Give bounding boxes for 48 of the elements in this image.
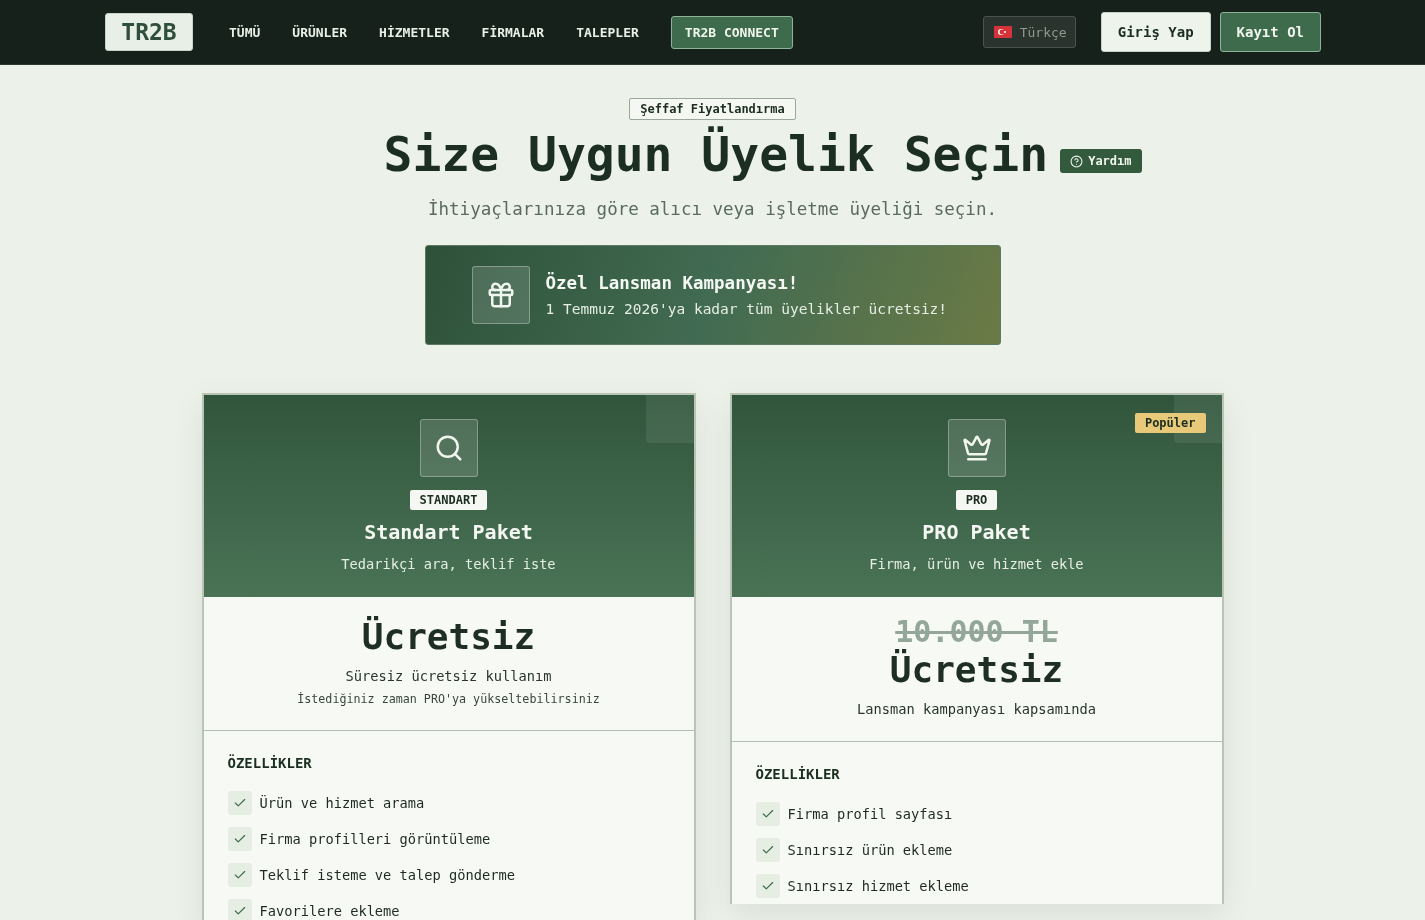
plan-name: PRO Paket (922, 519, 1031, 544)
campaign-text: 1 Temmuz 2026'ya kadar tüm üyelikler ücretsiz! (545, 300, 948, 317)
plan-tagline: Firma, ürün ve hizmet ekle (869, 555, 1084, 572)
check-icon (227, 827, 252, 851)
connect-button[interactable]: TR2B CONNECT (670, 15, 793, 49)
price-note: Süresiz ücretsiz kullanım (345, 668, 552, 684)
plan-price: Ücretsiz (889, 647, 1064, 691)
feature-text: Firma profil sayfası (787, 806, 953, 822)
register-button[interactable]: Kayıt Ol (1219, 12, 1321, 52)
page-title: Size Uygun Üyelik Seçin (383, 128, 1049, 181)
nav-link[interactable]: TÜMÜ (229, 24, 261, 40)
logo[interactable]: TR2B (105, 13, 193, 51)
check-icon (755, 802, 780, 826)
corner-decoration (645, 394, 694, 443)
popular-badge: Popüler (1134, 412, 1206, 433)
plan-price: Ücretsiz (361, 614, 536, 658)
login-button[interactable]: Giriş Yap (1100, 12, 1211, 52)
old-price: 10.000 TL (895, 614, 1058, 648)
feature-text: Firma profilleri görüntüleme (259, 831, 491, 847)
upgrade-hint: İstediğiniz zaman PRO'ya yükseltebilirsiniz (297, 692, 600, 706)
pricing-badge: Şeffaf Fiyatlandırma (629, 98, 796, 120)
plan-tag: PRO (955, 489, 998, 510)
nav-link[interactable]: HİZMETLER (379, 24, 450, 40)
nav-link[interactable]: FİRMALAR (481, 24, 545, 40)
nav-link[interactable]: ÜRÜNLER (292, 24, 348, 40)
features-heading: ÖZELLİKLER (755, 766, 841, 782)
plan-name: Standart Paket (364, 519, 533, 544)
page-subtitle: İhtiyaçlarınıza göre alıcı veya işletme üyeliği seçin. (428, 198, 997, 219)
check-icon (755, 874, 780, 898)
help-button[interactable]: Yardım (1060, 149, 1142, 174)
flag-icon (993, 26, 1012, 38)
help-icon (1070, 154, 1084, 168)
feature-text: Sınırsız hizmet ekleme (787, 878, 969, 894)
feature-text: Sınırsız ürün ekleme (787, 842, 953, 858)
check-icon (227, 863, 252, 887)
campaign-title: Özel Lansman Kampanyası! (545, 272, 800, 293)
features-heading: ÖZELLİKLER (227, 755, 313, 771)
price-note: Lansman kampanyası kapsamında (857, 701, 1096, 717)
plan-tagline: Tedarikçi ara, teklif iste (341, 555, 556, 572)
language-selector[interactable]: Türkçe (982, 16, 1076, 48)
check-icon (227, 899, 252, 920)
feature-text: Ürün ve hizmet arama (259, 795, 425, 811)
plan-tag: STANDART (409, 489, 488, 510)
feature-text: Teklif isteme ve talep gönderme (259, 867, 515, 883)
check-icon (755, 838, 780, 862)
nav-link[interactable]: TALEPLER (576, 24, 639, 40)
feature-text: Favorilere ekleme (259, 903, 400, 919)
check-icon (227, 791, 252, 815)
